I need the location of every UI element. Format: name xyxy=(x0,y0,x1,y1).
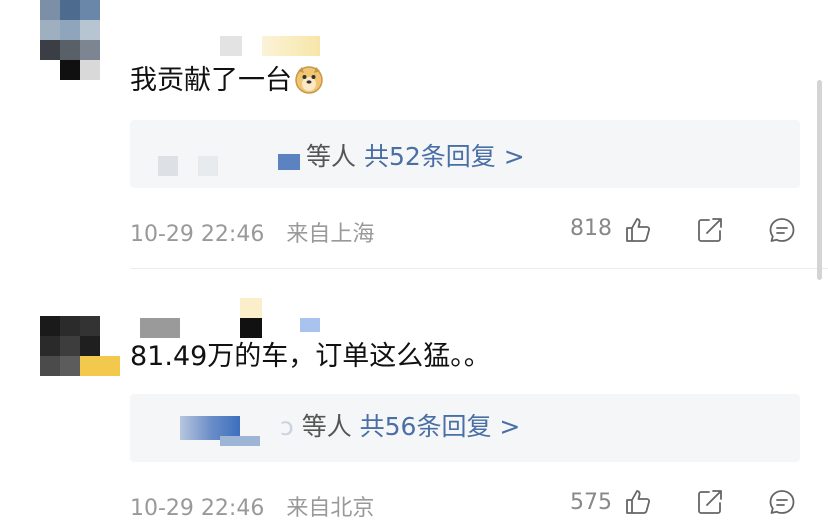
scrollbar[interactable] xyxy=(817,80,822,280)
comment-date: 10-29 22:46 xyxy=(130,496,265,521)
divider xyxy=(130,268,828,269)
thumbs-up-icon[interactable] xyxy=(624,216,652,244)
avatar[interactable] xyxy=(40,316,120,376)
reply-user-redacted xyxy=(198,156,218,176)
reply-count-link[interactable]: 共56条回复 > xyxy=(360,412,521,441)
like-count: 818 xyxy=(570,216,612,241)
username-redacted xyxy=(262,36,320,56)
reply-user-redacted xyxy=(158,156,178,176)
reply-user-redacted xyxy=(278,154,300,170)
comment-location: 来自北京 xyxy=(286,496,375,521)
username-redacted xyxy=(240,298,262,318)
comment-location: 来自上海 xyxy=(286,222,375,247)
avatar[interactable] xyxy=(40,0,100,80)
comment-text-content: 81.49万的车，订单这么猛。。 xyxy=(130,341,491,372)
share-icon[interactable] xyxy=(696,488,724,516)
thumbs-up-icon[interactable] xyxy=(624,488,652,516)
reply-summary[interactable]: ɔ 等人 共56条回复 > xyxy=(280,412,520,442)
comment-item: 81.49万的车，订单这么猛。。 ɔ 等人 共56条回复 > 10-29 22:… xyxy=(0,270,828,526)
reply-preview[interactable]: ɔ 等人 共56条回复 > xyxy=(130,394,800,462)
reply-users-suffix: 等人 xyxy=(306,142,357,171)
username-redacted[interactable] xyxy=(220,36,242,56)
username-redacted xyxy=(240,318,262,338)
reply-summary[interactable]: 等人 共52条回复 > xyxy=(306,142,525,172)
comment-text-content: 我贡献了一台 xyxy=(130,65,292,96)
comment-icon[interactable] xyxy=(768,488,796,516)
comment-text: 我贡献了一台 xyxy=(130,64,324,98)
username-redacted xyxy=(300,318,320,332)
share-icon[interactable] xyxy=(696,216,724,244)
reply-users-suffix: 等人 xyxy=(301,412,352,441)
reply-preview[interactable]: 等人 共52条回复 > xyxy=(130,120,800,188)
comment-item: 我贡献了一台 等人 共52条回复 > 10-29 22:46 来自上海 818 xyxy=(0,0,828,270)
comment-meta: 10-29 22:46 来自上海 xyxy=(130,216,374,248)
comment-meta: 10-29 22:46 来自北京 xyxy=(130,490,374,522)
doge-emoji-icon xyxy=(295,66,323,94)
reply-count-link[interactable]: 共52条回复 > xyxy=(364,142,525,171)
username-redacted[interactable] xyxy=(140,318,180,338)
reply-user-redacted xyxy=(220,436,260,446)
comment-date: 10-29 22:46 xyxy=(130,222,265,247)
like-count: 575 xyxy=(570,490,612,515)
comment-icon[interactable] xyxy=(768,216,796,244)
comment-text: 81.49万的车，订单这么猛。。 xyxy=(130,340,491,374)
